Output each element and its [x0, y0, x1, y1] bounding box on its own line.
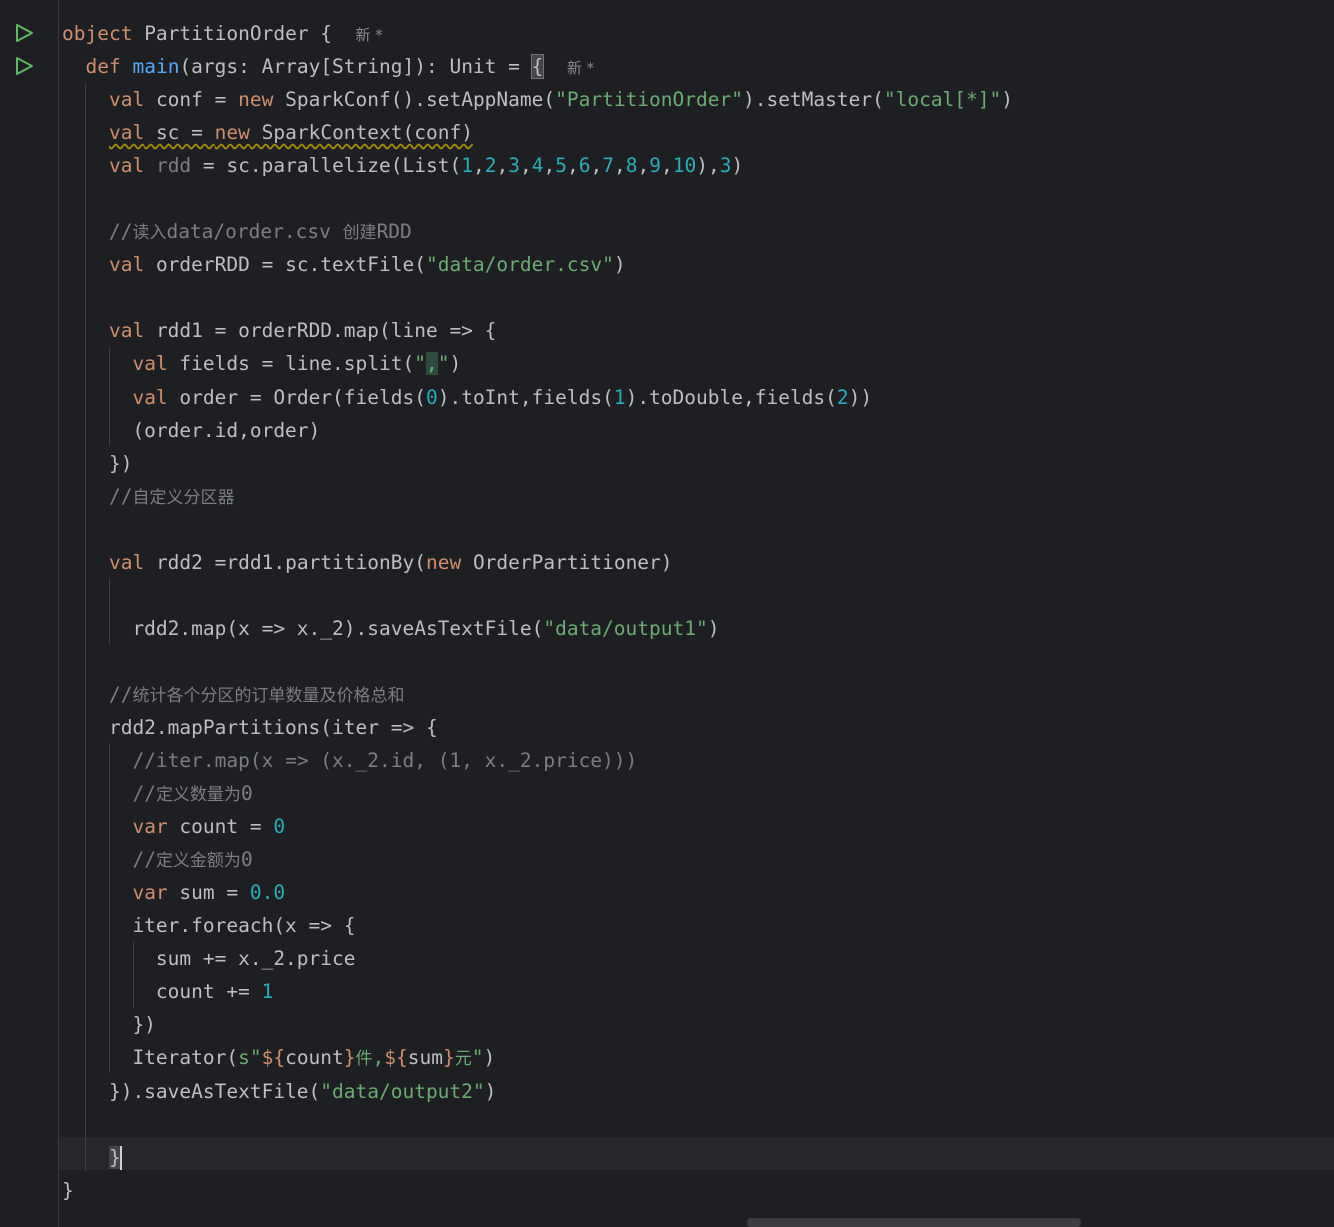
code-line-8: val orderRDD = sc.textFile("data/order.c…	[108, 253, 626, 277]
code-line-30: count += 1	[62, 980, 274, 1004]
code-line-13: (order.id,order)	[62, 418, 321, 442]
code-line-23: //iter.map(x => (x._2.id, (1, x._2.price…	[132, 749, 638, 773]
code-line-1: object PartitionOrder { 新 *	[62, 22, 383, 45]
run-object-icon[interactable]	[14, 23, 34, 43]
code-line-12: val order = Order(fields(0).toInt,fields…	[132, 385, 873, 409]
inlay-hint-new: 新 *	[355, 26, 383, 44]
code-line-10: val rdd1 = orderRDD.map(line => {	[108, 319, 497, 343]
code-editor[interactable]: object PartitionOrder { 新 * def main(arg…	[0, 0, 1334, 1227]
code-line-36: }	[62, 1178, 74, 1202]
code-line-22: rdd2.mapPartitions(iter => {	[62, 715, 438, 739]
code-area[interactable]: object PartitionOrder { 新 * def main(arg…	[62, 17, 1334, 1207]
code-line-19: rdd2.map(x => x._2).saveAsTextFile("data…	[62, 616, 720, 640]
code-line-11: val fields = line.split(",")	[132, 352, 462, 376]
code-line-25: var count = 0	[132, 815, 286, 839]
code-line-7: //读入data/order.csv 创建RDD	[108, 220, 412, 244]
gutter-divider	[58, 0, 59, 1227]
inlay-hint-new: 新 *	[566, 59, 595, 78]
code-line-17: val rdd2 =rdd1.partitionBy(new OrderPart…	[108, 550, 673, 574]
code-line-29: sum += x._2.price	[62, 947, 356, 971]
run-main-icon[interactable]	[14, 56, 34, 76]
code-line-14: })	[62, 451, 133, 475]
text-caret	[119, 1146, 122, 1171]
code-line-5: val rdd = sc.parallelize(List(1,2,3,4,5,…	[108, 154, 744, 178]
code-line-27: var sum = 0.0	[132, 881, 286, 905]
code-line-24: //定义数量为0	[132, 782, 253, 806]
horizontal-scrollbar[interactable]	[747, 1218, 1081, 1227]
code-line-3: val conf = new SparkConf().setAppName("P…	[108, 88, 1014, 112]
code-line-33: }).saveAsTextFile("data/output2")	[62, 1079, 497, 1103]
code-line-26: //定义金额为0	[132, 848, 253, 872]
editor-gutter	[0, 0, 58, 1227]
code-line-35: }	[108, 1145, 122, 1171]
code-line-4: val sc = new SparkContext(conf)	[108, 121, 473, 145]
code-line-31: })	[62, 1013, 156, 1037]
code-line-21: //统计各个分区的订单数量及价格总和	[108, 682, 405, 706]
code-line-2: def main(args: Array[String]): Unit = { …	[85, 54, 595, 80]
code-line-15: //自定义分区器	[108, 484, 235, 508]
code-line-28: iter.foreach(x => {	[62, 914, 356, 938]
code-line-32: Iterator(s"${count}件,${sum}元")	[62, 1046, 496, 1070]
